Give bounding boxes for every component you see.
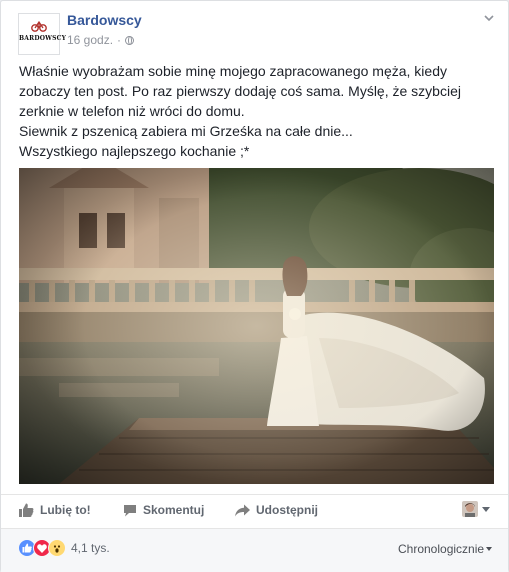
post-text-line: Właśnie wyobrażam sobie minę mojego zapr… bbox=[19, 63, 447, 79]
post-meta: 16 godz. · bbox=[67, 33, 135, 47]
wow-reaction-icon bbox=[48, 539, 66, 557]
page-name-link[interactable]: Bardowscy bbox=[67, 12, 142, 28]
comment-icon bbox=[124, 504, 136, 516]
post-text-line: Wszystkiego najlepszego kochanie ;* bbox=[19, 143, 250, 159]
comment-sort-dropdown[interactable]: Chronologicznie bbox=[398, 542, 493, 556]
post-card: BARDOWSCY Bardowscy 16 godz. · Właśnie w… bbox=[0, 0, 509, 572]
action-bar: Lubię to! Skomentuj Udostępnij bbox=[1, 494, 508, 529]
post-message: Właśnie wyobrażam sobie minę mojego zapr… bbox=[19, 61, 489, 161]
post-text-line: zerknie w telefon niż wróci do domu. bbox=[19, 103, 245, 119]
comment-label: Skomentuj bbox=[143, 503, 205, 517]
sort-label: Chronologicznie bbox=[398, 542, 485, 556]
post-photo[interactable] bbox=[19, 168, 494, 484]
post-text-line: zobaczy ten post. Po raz pierwszy dodaję… bbox=[19, 83, 461, 99]
share-label: Udostępnij bbox=[256, 503, 318, 517]
share-button[interactable]: Udostępnij bbox=[235, 503, 318, 517]
comment-button[interactable]: Skomentuj bbox=[123, 503, 204, 517]
globe-icon[interactable] bbox=[125, 35, 135, 45]
reactions-summary[interactable]: 4,1 tys. bbox=[18, 539, 110, 557]
like-label: Lubię to! bbox=[40, 503, 91, 517]
reaction-count: 4,1 tys. bbox=[71, 541, 110, 555]
share-arrow-icon bbox=[235, 504, 250, 516]
logo-icon bbox=[31, 20, 47, 32]
post-text-line: Siewnik z pszenicą zabiera mi Grześka na… bbox=[19, 123, 353, 139]
page-avatar[interactable]: BARDOWSCY bbox=[18, 13, 67, 55]
actor-avatar[interactable] bbox=[462, 501, 478, 517]
chevron-down-icon[interactable] bbox=[483, 12, 495, 24]
avatar-brand-text: BARDOWSCY bbox=[19, 35, 67, 42]
post-timestamp[interactable]: 16 godz. bbox=[67, 33, 113, 47]
thumbs-up-icon bbox=[19, 503, 34, 517]
sort-caret-icon bbox=[486, 547, 493, 551]
post-footer: 4,1 tys. Chronologicznie bbox=[1, 528, 508, 572]
like-button[interactable]: Lubię to! bbox=[19, 503, 91, 517]
meta-separator: · bbox=[117, 33, 122, 47]
actor-switch-caret-icon[interactable] bbox=[482, 507, 490, 512]
